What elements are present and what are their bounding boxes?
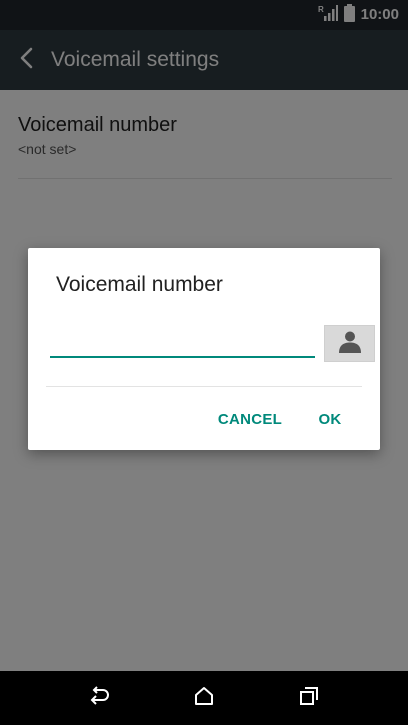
nav-back-button[interactable] <box>83 682 115 714</box>
voicemail-number-input[interactable] <box>50 326 315 358</box>
dialog-divider <box>46 386 362 387</box>
ok-button[interactable]: OK <box>312 404 348 436</box>
nav-home-button[interactable] <box>188 682 220 714</box>
recents-icon <box>299 686 319 711</box>
voicemail-number-dialog: Voicemail number CANCEL OK <box>28 248 380 450</box>
navigation-bar <box>0 671 408 725</box>
back-arrow-icon <box>88 685 110 711</box>
contact-person-icon <box>338 329 362 358</box>
cancel-button[interactable]: CANCEL <box>214 404 286 436</box>
dialog-title: Voicemail number <box>56 273 223 296</box>
home-icon <box>194 686 214 711</box>
contact-picker-button[interactable] <box>324 325 375 362</box>
nav-recents-button[interactable] <box>293 682 325 714</box>
